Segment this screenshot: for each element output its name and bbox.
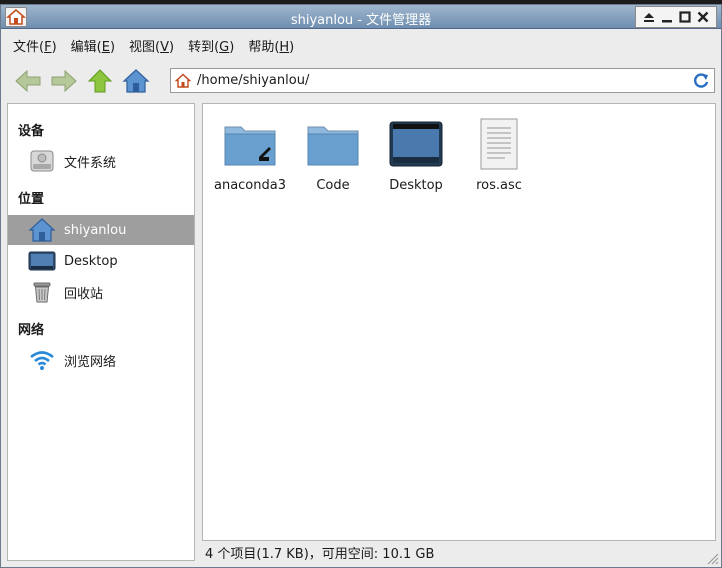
home-icon: [122, 69, 150, 93]
shade-icon[interactable]: [641, 9, 657, 25]
drive-icon: [28, 148, 56, 174]
sidebar-item-label: 文件系统: [64, 155, 117, 171]
sidebar-item-label: 浏览网络: [64, 354, 117, 370]
sidebar-item-browse-network[interactable]: 浏览网络: [8, 345, 194, 375]
close-icon[interactable]: [695, 9, 711, 25]
desktop-folder-icon: [389, 118, 443, 170]
file-name: Code: [316, 178, 350, 193]
folder-icon: [306, 118, 360, 170]
menu-view[interactable]: 视图(V): [129, 36, 174, 55]
file-item-desktop[interactable]: Desktop: [376, 118, 456, 193]
maximize-icon[interactable]: [677, 9, 693, 25]
desktop-icon: [28, 248, 56, 274]
folder-link-icon: [223, 118, 277, 170]
file-name: Desktop: [389, 178, 443, 193]
menu-go[interactable]: 转到(G): [188, 36, 234, 55]
up-button[interactable]: [83, 66, 117, 96]
sidebar-item-label: Desktop: [64, 253, 118, 269]
side-pane: 设备 文件系统 位置 shiyanlou Desktop 回收站 网络 浏览网络: [7, 103, 195, 561]
resize-grip-icon[interactable]: [705, 551, 719, 565]
back-button[interactable]: [11, 66, 45, 96]
file-item-code[interactable]: Code: [293, 118, 373, 193]
forward-arrow-icon: [51, 69, 77, 93]
status-text: 4 个项目(1.7 KB)，可用空间: 10.1 GB: [205, 546, 435, 562]
file-name: anaconda3: [213, 178, 286, 193]
wifi-icon: [28, 347, 56, 373]
up-arrow-icon: [87, 69, 113, 93]
back-arrow-icon: [15, 69, 41, 93]
window-title: shiyanlou - 文件管理器: [290, 13, 432, 28]
section-devices: 设备: [18, 124, 45, 139]
menu-file[interactable]: 文件(F): [13, 36, 57, 55]
sidebar-item-label: 回收站: [64, 286, 104, 302]
menu-help[interactable]: 帮助(H): [248, 36, 294, 55]
minimize-icon[interactable]: [659, 9, 675, 25]
sidebar-item-shiyanlou[interactable]: shiyanlou: [8, 215, 194, 245]
refresh-icon[interactable]: [692, 72, 710, 90]
sidebar-item-desktop[interactable]: Desktop: [8, 246, 194, 276]
text-file-icon: [472, 118, 526, 170]
location-home-icon: [175, 73, 191, 88]
file-item-ros-asc[interactable]: ros.asc: [459, 118, 539, 193]
sidebar-item-label: shiyanlou: [64, 222, 127, 238]
toolbar: /home/shiyanlou/: [1, 61, 721, 101]
trash-icon: [28, 279, 56, 305]
location-bar[interactable]: /home/shiyanlou/: [170, 68, 715, 93]
file-view: anaconda3 Code Desktop ros.asc: [202, 103, 716, 541]
window-controls: [635, 6, 717, 28]
forward-button[interactable]: [47, 66, 81, 96]
section-places: 位置: [18, 192, 45, 207]
section-network: 网络: [18, 323, 45, 338]
sidebar-item-trash[interactable]: 回收站: [8, 277, 194, 307]
home-button[interactable]: [119, 66, 153, 96]
file-manager-window: shiyanlou - 文件管理器 文件(F) 编辑(E) 视图(V) 转到(G…: [0, 4, 722, 568]
location-path[interactable]: /home/shiyanlou/: [197, 73, 309, 88]
file-name: ros.asc: [476, 178, 522, 193]
menu-edit[interactable]: 编辑(E): [71, 36, 115, 55]
home-folder-icon: [28, 217, 56, 243]
sidebar-item-filesystem[interactable]: 文件系统: [8, 146, 194, 176]
file-item-anaconda3[interactable]: anaconda3: [210, 118, 290, 193]
status-bar: 4 个项目(1.7 KB)，可用空间: 10.1 GB: [202, 541, 716, 563]
title-bar[interactable]: shiyanlou - 文件管理器: [1, 5, 721, 29]
menu-bar: 文件(F) 编辑(E) 视图(V) 转到(G) 帮助(H): [1, 31, 721, 59]
